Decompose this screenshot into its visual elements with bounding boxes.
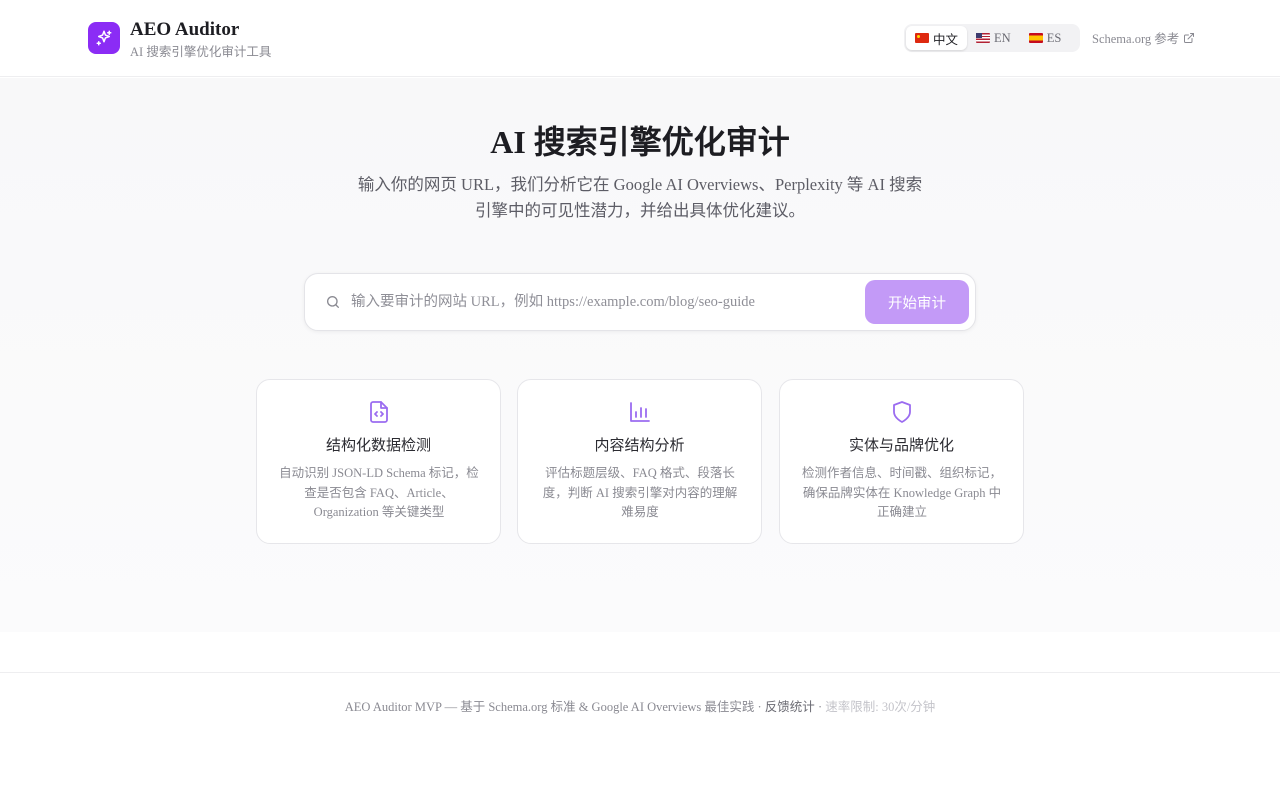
footer-text: AEO Auditor MVP — 基于 Schema.org 标准 & Goo…	[0, 696, 1280, 715]
feature-description: 自动识别 JSON-LD Schema 标记，检查是否包含 FAQ、Articl…	[279, 466, 479, 519]
file-code-icon	[370, 401, 388, 423]
lang-button-en[interactable]: EN	[967, 26, 1020, 50]
lang-label: EN	[994, 30, 1011, 45]
schema-reference-link[interactable]: Schema.org 参考	[1092, 28, 1195, 47]
feature-title: 内容结构分析	[594, 438, 685, 454]
page-description: 输入你的网页 URL，我们分析它在 Google AI Overviews、Pe…	[357, 175, 923, 220]
search-icon	[327, 296, 339, 308]
language-switcher: 中文 EN ES	[904, 24, 1080, 52]
app-header: AEO Auditor AI 搜索引擎优化审计工具 中文 EN ES Schem…	[0, 0, 1280, 77]
lang-button-es[interactable]: ES	[1020, 26, 1071, 50]
lang-button-zh[interactable]: 中文	[906, 26, 968, 50]
lang-label: 中文	[933, 32, 959, 47]
sparkles-icon	[88, 22, 120, 54]
start-audit-button[interactable]: 开始审计	[865, 280, 969, 324]
flag-cn-icon	[915, 33, 929, 43]
feedback-stats-link[interactable]: 反馈统计	[765, 700, 815, 714]
shield-icon	[893, 401, 911, 423]
feature-description: 检测作者信息、时间戳、组织标记，确保品牌实体在 Knowledge Graph …	[802, 466, 1003, 519]
flag-us-icon	[976, 33, 991, 43]
brand[interactable]: AEO Auditor AI 搜索引擎优化审计工具	[88, 18, 271, 61]
bar-chart-icon	[630, 402, 650, 422]
page-footer: AEO Auditor MVP — 基于 Schema.org 标准 & Goo…	[0, 672, 1280, 800]
feature-card-entity-brand: 实体与品牌优化 检测作者信息、时间戳、组织标记，确保品牌实体在 Knowledg…	[779, 379, 1024, 544]
feature-title: 实体与品牌优化	[848, 438, 954, 454]
feature-card-content-structure: 内容结构分析 评估标题层级、FAQ 格式、段落长度，判断 AI 搜索引擎对内容的…	[517, 379, 762, 544]
url-input[interactable]	[351, 288, 851, 316]
feature-description: 评估标题层级、FAQ 格式、段落长度，判断 AI 搜索引擎对内容的理解难易度	[542, 466, 738, 519]
main-content: AI 搜索引擎优化审计 输入你的网页 URL，我们分析它在 Google AI …	[0, 78, 1280, 632]
footer-separator: ·	[814, 700, 826, 714]
url-search-bar: 开始审计	[304, 273, 976, 331]
schema-link-label: Schema.org 参考	[1092, 32, 1180, 46]
page-title: AI 搜索引擎优化审计	[490, 124, 790, 160]
external-link-icon	[1184, 32, 1195, 43]
feature-card-structured-data: 结构化数据检测 自动识别 JSON-LD Schema 标记，检查是否包含 FA…	[256, 379, 501, 544]
rate-limit-text: 速率限制: 30次/分钟	[825, 700, 936, 714]
lang-label: ES	[1046, 30, 1062, 45]
app-title: AEO Auditor	[130, 19, 240, 40]
flag-es-icon	[1028, 33, 1043, 43]
feature-title: 结构化数据检测	[325, 438, 431, 454]
app-subtitle: AI 搜索引擎优化审计工具	[130, 45, 272, 59]
footer-credits: AEO Auditor MVP — 基于 Schema.org 标准 & Goo…	[344, 700, 765, 714]
